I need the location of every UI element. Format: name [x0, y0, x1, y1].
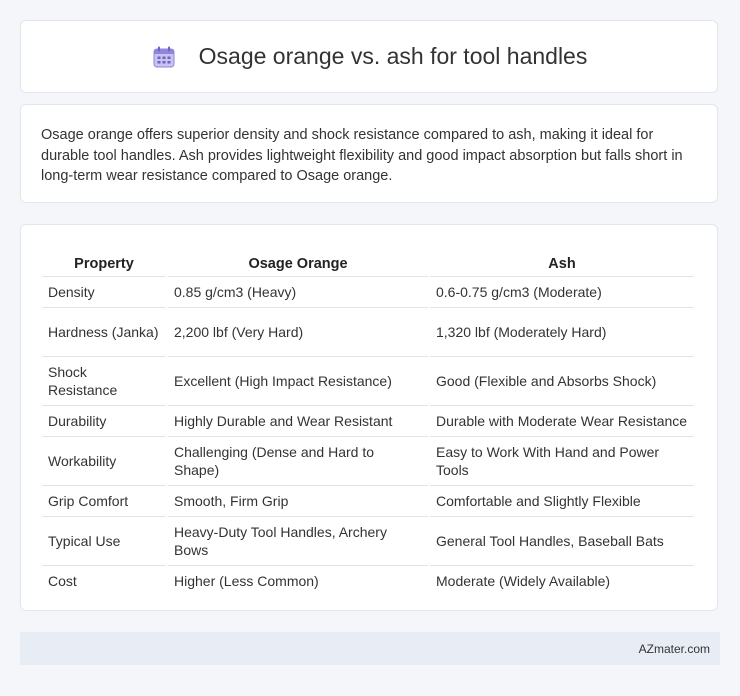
- table-cell: Good (Flexible and Absorbs Shock): [430, 357, 694, 406]
- page-title: Osage orange vs. ash for tool handles: [198, 43, 588, 69]
- table-cell: Shock Resistance: [42, 357, 166, 406]
- table-cell: Density: [42, 277, 166, 308]
- table-cell: Cost: [48, 573, 77, 589]
- comparison-table: Property Osage Orange Ash Density 0.85 g…: [40, 243, 696, 596]
- table-row: Typical Use Heavy-Duty Tool Handles, Arc…: [42, 517, 694, 566]
- table-row: Cost Higher (Less Common) Moderate (Wide…: [42, 566, 694, 596]
- footer: AZmater.com: [20, 632, 720, 665]
- summary-card: Osage orange offers superior density and…: [20, 104, 718, 203]
- footer-brand[interactable]: AZmater.com: [639, 642, 710, 656]
- table-cell: Easy to Work With Hand and Power Tools: [430, 437, 694, 486]
- table-cell: Challenging (Dense and Hard to Shape): [168, 437, 428, 486]
- table-cell: Durability: [42, 406, 166, 437]
- summary-text: Osage orange offers superior density and…: [41, 127, 683, 184]
- comparison-table-card: Property Osage Orange Ash Density 0.85 g…: [20, 224, 718, 611]
- table-cell: 1,320 lbf (Moderately Hard): [430, 308, 694, 357]
- table-cell: General Tool Handles, Baseball Bats: [430, 517, 694, 566]
- column-header-ash: Ash: [430, 243, 694, 277]
- table-cell: 0.85 g/cm3 (Heavy): [168, 277, 428, 308]
- calendar-icon: [151, 44, 177, 70]
- table-cell: Excellent (High Impact Resistance): [168, 357, 428, 406]
- table-cell: Durable with Moderate Wear Resistance: [430, 406, 694, 437]
- table-row: Hardness (Janka) 2,200 lbf (Very Hard) 1…: [42, 308, 694, 357]
- column-header-property: Property: [42, 243, 166, 277]
- column-header-osage-orange: Osage Orange: [168, 243, 428, 277]
- table-cell: Smooth, Firm Grip: [168, 486, 428, 517]
- table-cell: Moderate (Widely Available): [436, 573, 611, 589]
- table-cell: Typical Use: [42, 517, 166, 566]
- table-cell: Grip Comfort: [42, 486, 166, 517]
- table-cell: Hardness (Janka): [42, 308, 166, 357]
- table-row: Grip Comfort Smooth, Firm Grip Comfortab…: [42, 486, 694, 517]
- table-cell: Comfortable and Slightly Flexible: [430, 486, 694, 517]
- table-row: Density 0.85 g/cm3 (Heavy) 0.6-0.75 g/cm…: [42, 277, 694, 308]
- title-card: Osage orange vs. ash for tool handles: [20, 20, 718, 93]
- table-cell: Workability: [42, 437, 166, 486]
- table-cell: 0.6-0.75 g/cm3 (Moderate): [430, 277, 694, 308]
- table-row: Shock Resistance Excellent (High Impact …: [42, 357, 694, 406]
- table-header-row: Property Osage Orange Ash: [42, 243, 694, 277]
- table-cell: Highly Durable and Wear Resistant: [168, 406, 428, 437]
- table-cell: 2,200 lbf (Very Hard): [168, 308, 428, 357]
- table-row: Workability Challenging (Dense and Hard …: [42, 437, 694, 486]
- table-cell: Higher (Less Common): [174, 573, 319, 589]
- table-row: Durability Highly Durable and Wear Resis…: [42, 406, 694, 437]
- table-cell: Heavy-Duty Tool Handles, Archery Bows: [168, 517, 428, 566]
